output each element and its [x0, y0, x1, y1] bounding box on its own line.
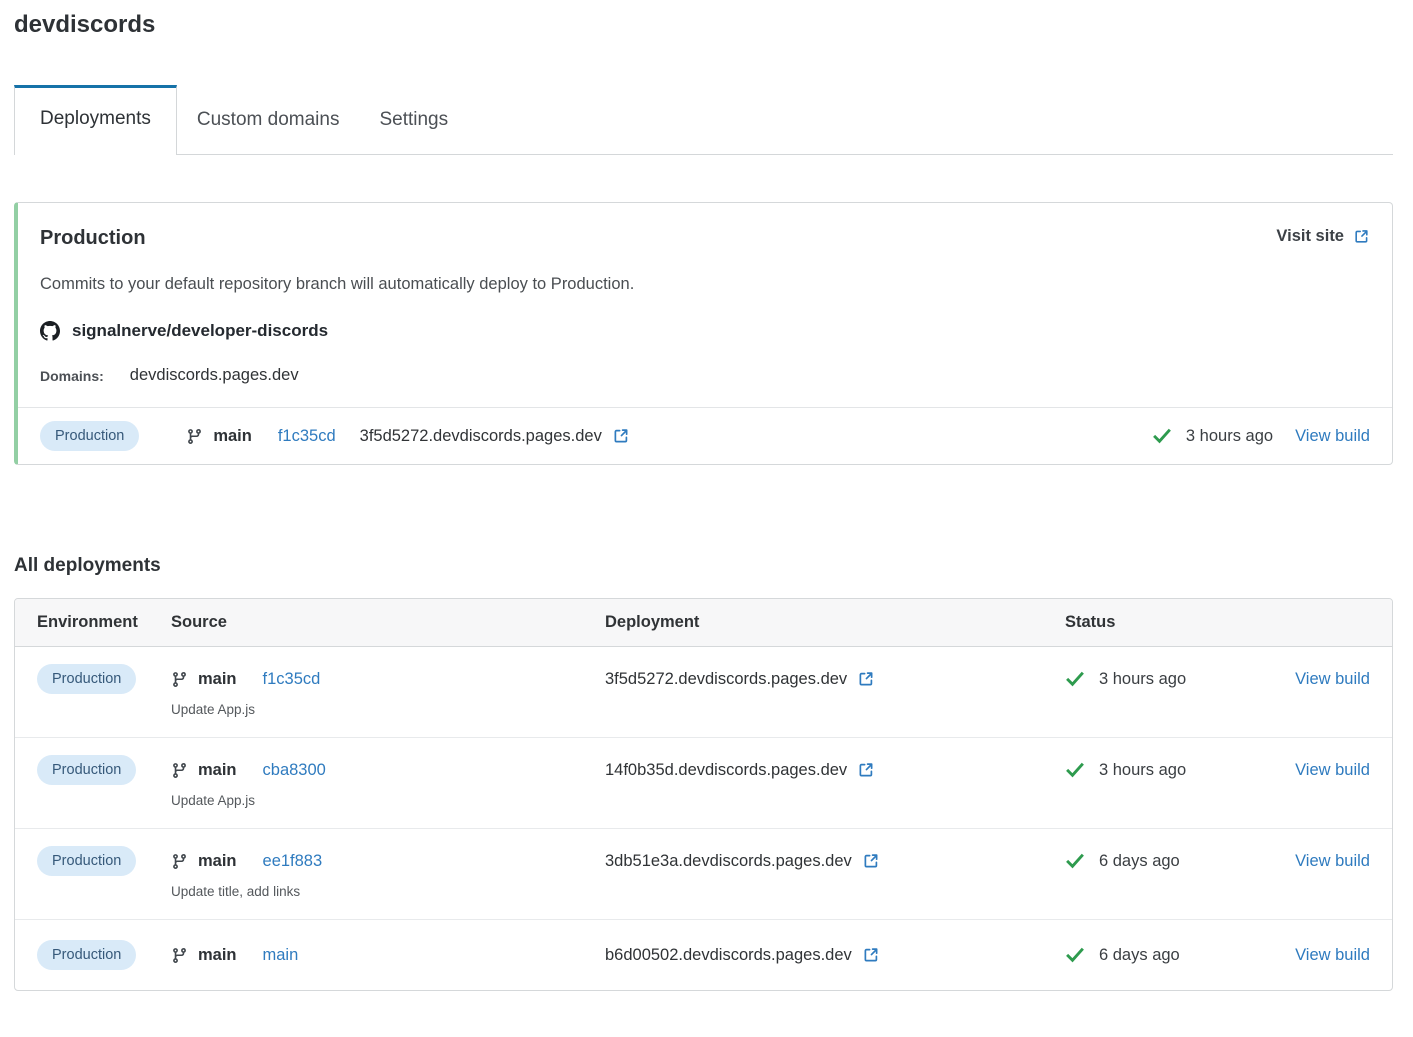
git-branch-icon — [186, 428, 203, 445]
git-branch-icon — [171, 671, 188, 688]
git-branch-icon — [171, 947, 188, 964]
status-time: 3 hours ago — [1099, 761, 1186, 780]
deployment-url: 3db51e3a.devdiscords.pages.dev — [605, 852, 852, 871]
github-icon — [40, 321, 60, 341]
repo-name: signalnerve/developer-discords — [72, 321, 328, 341]
table-header-row: Environment Source Deployment Status — [15, 599, 1392, 647]
branch-name: main — [198, 946, 237, 965]
commit-link[interactable]: f1c35cd — [263, 670, 321, 689]
commit-link[interactable]: ee1f883 — [263, 852, 323, 871]
external-link-icon[interactable] — [862, 946, 880, 964]
view-build-link[interactable]: View build — [1295, 761, 1370, 779]
view-build-link[interactable]: View build — [1295, 670, 1370, 688]
status-time: 3 hours ago — [1099, 670, 1186, 689]
production-card-body: Production Visit site Commits to your de… — [18, 203, 1392, 407]
production-deployment-row: Production main f1c35cd 3f5d5272.devdisc… — [18, 407, 1392, 464]
external-link-icon — [1353, 228, 1370, 245]
deployment-url: 3f5d5272.devdiscords.pages.dev — [605, 670, 847, 689]
success-check-icon — [1065, 945, 1085, 965]
branch-name: main — [213, 427, 252, 446]
deployment-url: 3f5d5272.devdiscords.pages.dev — [360, 427, 602, 446]
table-row: Production main ee1f883 Update title, ad… — [15, 829, 1392, 920]
column-header-source: Source — [171, 613, 605, 632]
commit-message: Update App.js — [171, 702, 605, 717]
table-row: Production main main b6d00502.devdiscord… — [15, 920, 1392, 990]
all-deployments-title: All deployments — [14, 555, 1393, 577]
git-branch-icon — [171, 762, 188, 779]
commit-link[interactable]: f1c35cd — [278, 427, 336, 446]
git-branch-icon — [171, 853, 188, 870]
view-build-link[interactable]: View build — [1295, 946, 1370, 964]
production-card-title: Production — [40, 227, 146, 250]
table-row: Production main cba8300 Update App.js 14… — [15, 738, 1392, 829]
environment-badge: Production — [37, 846, 136, 876]
external-link-icon[interactable] — [857, 761, 875, 779]
branch-name: main — [198, 852, 237, 871]
environment-badge: Production — [37, 940, 136, 970]
column-header-deployment: Deployment — [605, 613, 1065, 632]
commit-message: Update App.js — [171, 793, 605, 808]
view-build-link[interactable]: View build — [1295, 852, 1370, 870]
column-header-status: Status — [1065, 613, 1262, 632]
success-check-icon — [1065, 669, 1085, 689]
production-description: Commits to your default repository branc… — [40, 275, 1370, 294]
deployments-table: Environment Source Deployment Status Pro… — [14, 598, 1393, 991]
environment-badge: Production — [40, 421, 139, 451]
commit-link[interactable]: main — [263, 946, 299, 965]
deployment-url: 14f0b35d.devdiscords.pages.dev — [605, 761, 847, 780]
domains-value: devdiscords.pages.dev — [130, 366, 299, 385]
domains-label: Domains: — [40, 368, 104, 384]
branch-name: main — [198, 761, 237, 780]
visit-site-link[interactable]: Visit site — [1276, 227, 1370, 246]
status-time: 3 hours ago — [1186, 427, 1273, 446]
tab-custom-domains[interactable]: Custom domains — [177, 86, 360, 154]
tab-bar: Deployments Custom domains Settings — [14, 85, 1393, 155]
external-link-icon[interactable] — [862, 852, 880, 870]
page-title: devdiscords — [14, 8, 1393, 42]
environment-badge: Production — [37, 755, 136, 785]
success-check-icon — [1065, 760, 1085, 780]
view-build-link[interactable]: View build — [1295, 421, 1370, 451]
table-row: Production main f1c35cd Update App.js 3f… — [15, 647, 1392, 738]
status-time: 6 days ago — [1099, 946, 1180, 965]
branch-name: main — [198, 670, 237, 689]
success-check-icon — [1152, 426, 1172, 446]
visit-site-label: Visit site — [1276, 227, 1344, 246]
status-time: 6 days ago — [1099, 852, 1180, 871]
tab-deployments[interactable]: Deployments — [14, 85, 177, 155]
tab-settings[interactable]: Settings — [359, 86, 468, 154]
environment-badge: Production — [37, 664, 136, 694]
success-check-icon — [1065, 851, 1085, 871]
deployment-url: b6d00502.devdiscords.pages.dev — [605, 946, 852, 965]
production-card: Production Visit site Commits to your de… — [14, 202, 1393, 465]
external-link-icon[interactable] — [857, 670, 875, 688]
external-link-icon[interactable] — [612, 427, 630, 445]
commit-link[interactable]: cba8300 — [263, 761, 326, 780]
column-header-environment: Environment — [37, 613, 171, 632]
commit-message: Update title, add links — [171, 884, 605, 899]
